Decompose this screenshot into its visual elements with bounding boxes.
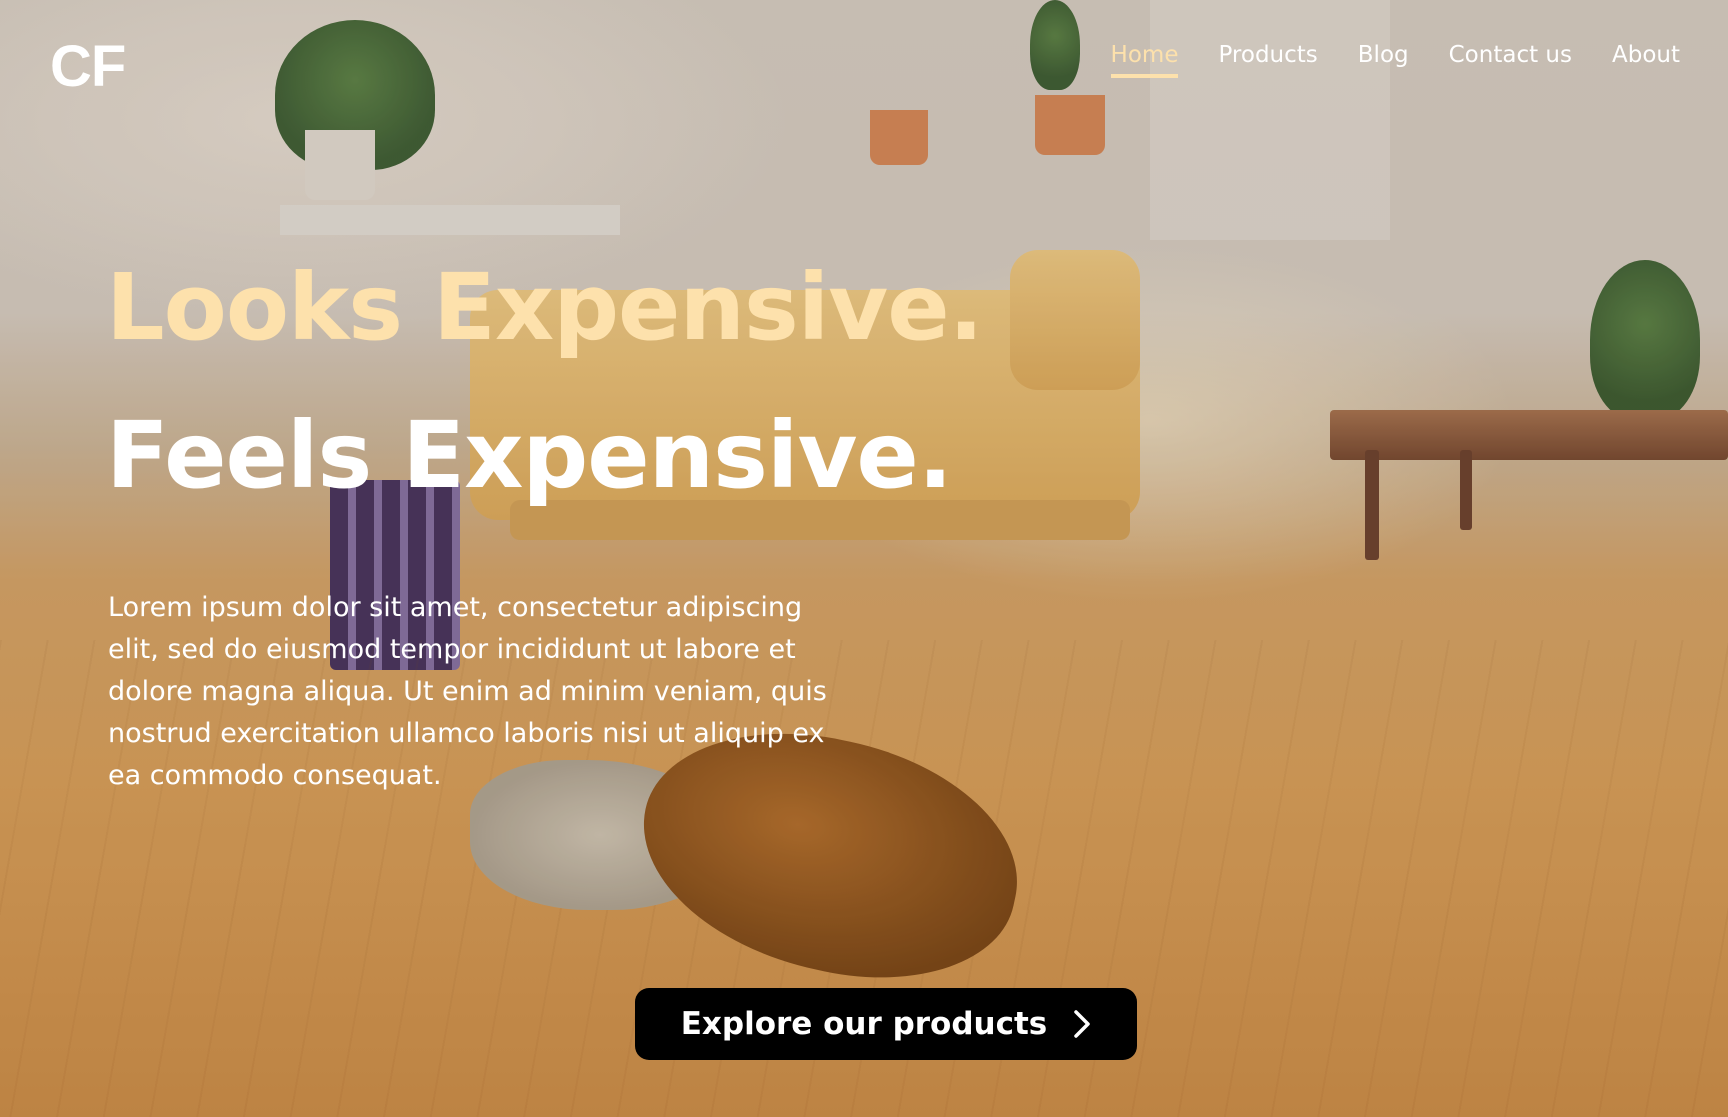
explore-products-button[interactable]: Explore our products — [635, 988, 1137, 1060]
headline-feels-expensive: Feels Expensive. — [106, 402, 953, 509]
hero-description: Lorem ipsum dolor sit amet, consectetur … — [108, 592, 827, 791]
nav-item-blog[interactable]: Blog — [1358, 42, 1409, 74]
main-nav: Home Products Blog Contact us About — [1110, 42, 1680, 78]
chevron-right-icon — [1073, 1009, 1091, 1039]
explore-products-label: Explore our products — [680, 1006, 1048, 1042]
nav-item-contact-us[interactable]: Contact us — [1449, 42, 1572, 74]
nav-item-about[interactable]: About — [1612, 42, 1680, 74]
hero-section: CF Home Products Blog Contact us About L… — [0, 0, 1728, 1117]
background-photo — [0, 0, 1728, 1117]
nav-item-home[interactable]: Home — [1110, 42, 1179, 78]
headline-looks-expensive: Looks Expensive. — [106, 254, 984, 361]
nav-item-products[interactable]: Products — [1218, 42, 1317, 74]
brand-logo[interactable]: CF — [50, 38, 126, 96]
